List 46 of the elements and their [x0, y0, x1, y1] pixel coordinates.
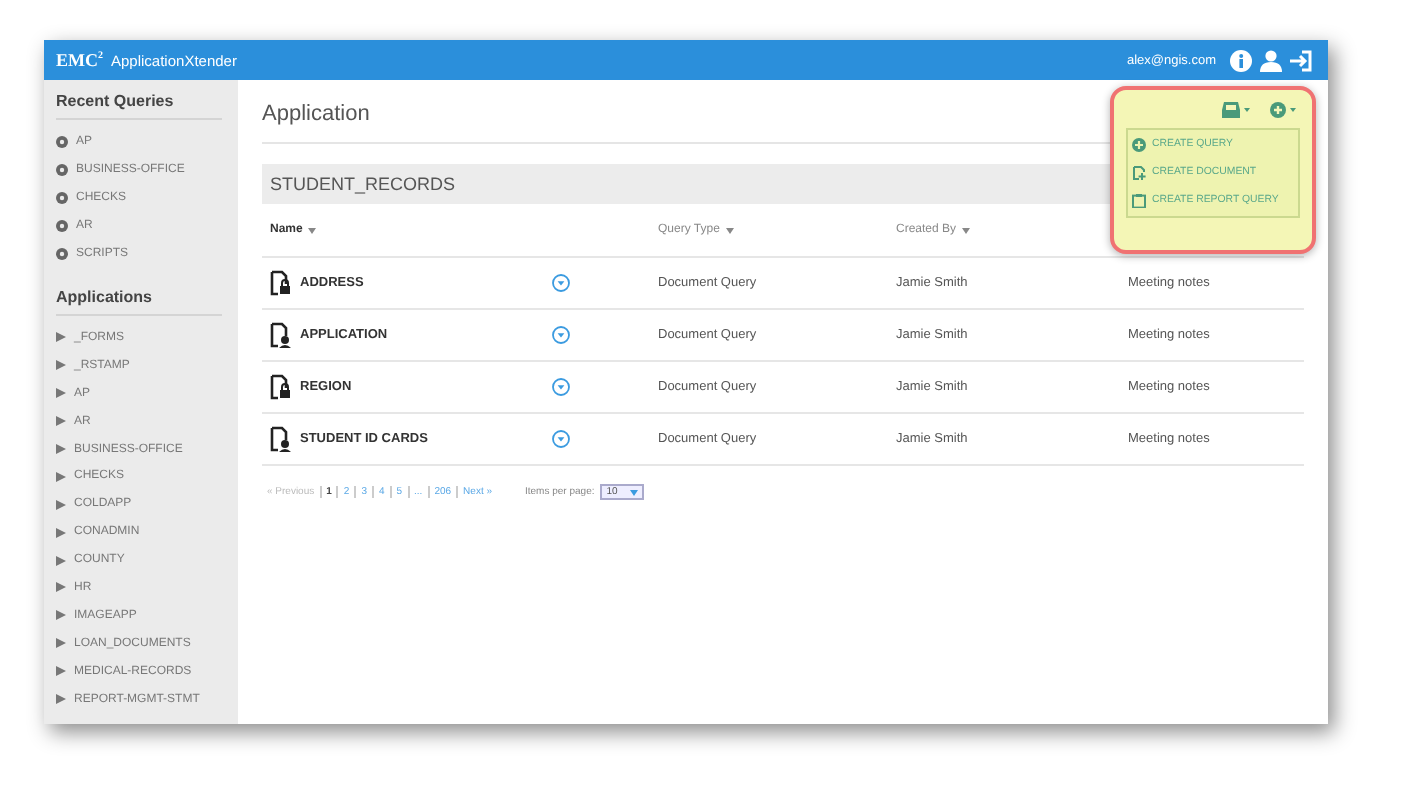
document-icon — [270, 270, 292, 296]
triangle-icon — [56, 388, 66, 399]
expand-icon[interactable] — [552, 274, 570, 292]
caret-icon — [629, 489, 638, 495]
triangle-icon — [56, 416, 66, 427]
triangle-icon — [56, 582, 66, 593]
logo: EMC$^{2}$ — [56, 50, 103, 70]
caret-icon — [1244, 108, 1250, 112]
inbox-icon — [1222, 102, 1240, 118]
triangle-icon — [56, 444, 66, 454]
gear-icon — [56, 220, 68, 232]
inbox-button[interactable] — [1222, 102, 1250, 118]
document-plus-icon — [1132, 166, 1146, 180]
sign-out-icon[interactable] — [1290, 49, 1312, 71]
triangle-icon — [56, 471, 66, 482]
caret-icon — [1290, 108, 1296, 112]
triangle-icon — [56, 360, 66, 371]
expand-icon[interactable] — [552, 378, 570, 396]
plus-circle-icon — [1270, 102, 1286, 118]
gear-icon — [56, 136, 68, 148]
triangle-icon — [56, 694, 66, 705]
document-icon — [270, 322, 292, 348]
document-icon — [270, 374, 292, 400]
triangle-icon — [56, 499, 66, 510]
document-icon — [270, 426, 292, 452]
clipboard-icon — [1132, 194, 1146, 208]
plus-circle-icon — [1132, 138, 1146, 152]
user-icon[interactable] — [1260, 49, 1282, 71]
gear-icon — [56, 164, 68, 176]
sort-caret-icon — [308, 227, 317, 233]
expand-icon[interactable] — [552, 326, 570, 344]
section-heading: Recent Queries — [56, 92, 222, 120]
triangle-icon — [56, 666, 66, 677]
section-heading: Applications — [56, 288, 222, 316]
triangle-icon — [56, 332, 66, 343]
triangle-icon — [56, 638, 66, 649]
sort-caret-icon — [962, 227, 971, 233]
gear-icon — [56, 192, 68, 204]
expand-icon[interactable] — [552, 430, 570, 448]
add-button[interactable] — [1270, 102, 1296, 118]
triangle-icon — [56, 527, 66, 538]
gear-icon — [56, 248, 68, 260]
info-icon[interactable] — [1230, 49, 1252, 71]
triangle-icon — [56, 555, 66, 566]
sort-caret-icon — [725, 227, 734, 233]
triangle-icon — [56, 610, 66, 621]
